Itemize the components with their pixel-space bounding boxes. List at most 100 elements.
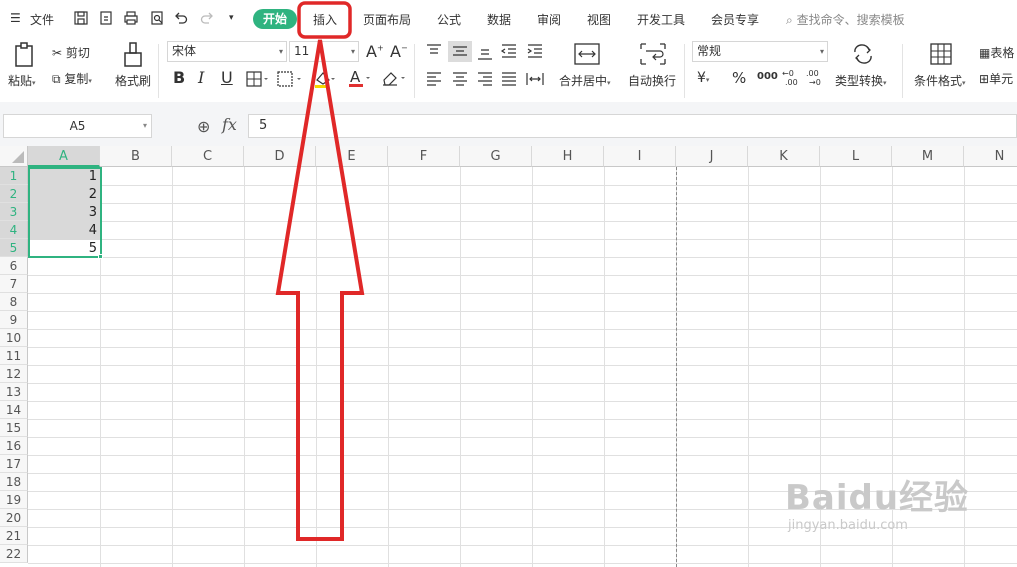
- format-painter-icon[interactable]: [122, 42, 144, 68]
- column-header-e[interactable]: E: [316, 146, 388, 167]
- hamburger-icon[interactable]: ☰: [10, 11, 21, 25]
- conditional-format-icon[interactable]: [930, 43, 952, 65]
- column-header-n[interactable]: N: [964, 146, 1017, 167]
- row-header-1[interactable]: 1: [0, 167, 28, 185]
- bold-button[interactable]: B: [173, 68, 185, 87]
- row-header-15[interactable]: 15: [0, 419, 28, 437]
- undo-icon[interactable]: [173, 10, 189, 26]
- row-header-10[interactable]: 10: [0, 329, 28, 347]
- column-header-b[interactable]: B: [100, 146, 172, 167]
- font-name-select[interactable]: 宋体 ▾: [167, 41, 287, 62]
- copy-button[interactable]: ⧉ 复制▾: [52, 70, 92, 87]
- paste-button[interactable]: 粘贴▾: [8, 72, 36, 89]
- export-pdf-icon[interactable]: [98, 10, 114, 26]
- currency-button[interactable]: ¥▾: [697, 70, 709, 86]
- row-header-3[interactable]: 3: [0, 203, 28, 221]
- increase-indent-icon[interactable]: [526, 44, 544, 58]
- menu-file[interactable]: 文件: [30, 11, 54, 28]
- merge-center-button[interactable]: 合并居中▾: [559, 72, 611, 89]
- command-search[interactable]: ⌕ 查找命令、搜索模板: [786, 11, 905, 28]
- align-right-icon[interactable]: [476, 72, 494, 86]
- row-header-7[interactable]: 7: [0, 275, 28, 293]
- type-convert-icon[interactable]: [852, 44, 874, 64]
- font-color-icon[interactable]: A: [348, 69, 372, 88]
- format-painter-button[interactable]: 格式刷: [115, 72, 151, 89]
- row-header-18[interactable]: 18: [0, 473, 28, 491]
- fx-icon[interactable]: fx: [222, 115, 237, 134]
- name-box[interactable]: A5 ▾: [3, 114, 152, 138]
- tab-member[interactable]: 会员专享: [711, 11, 759, 28]
- justify-icon[interactable]: [500, 72, 518, 86]
- row-header-13[interactable]: 13: [0, 383, 28, 401]
- decrease-font-icon[interactable]: A−: [390, 42, 408, 61]
- align-top-icon[interactable]: [425, 44, 443, 58]
- row-header-12[interactable]: 12: [0, 365, 28, 383]
- thousands-button[interactable]: 000: [757, 71, 778, 82]
- column-header-f[interactable]: F: [388, 146, 460, 167]
- column-header-j[interactable]: J: [676, 146, 748, 167]
- distributed-icon[interactable]: [526, 72, 544, 86]
- increase-decimal-icon[interactable]: ←0.00: [782, 68, 802, 86]
- row-header-9[interactable]: 9: [0, 311, 28, 329]
- underline-button[interactable]: U: [221, 68, 233, 87]
- tab-review[interactable]: 审阅: [537, 11, 561, 28]
- align-center-icon[interactable]: [451, 72, 469, 86]
- print-icon[interactable]: [123, 10, 139, 26]
- row-header-14[interactable]: 14: [0, 401, 28, 419]
- row-header-21[interactable]: 21: [0, 527, 28, 545]
- tab-start[interactable]: 开始: [253, 9, 297, 29]
- wrap-text-icon[interactable]: [640, 43, 666, 65]
- column-header-m[interactable]: M: [892, 146, 964, 167]
- column-header-g[interactable]: G: [460, 146, 532, 167]
- align-middle-icon[interactable]: [448, 41, 472, 62]
- quick-access-dropdown-icon[interactable]: ▾: [229, 13, 234, 23]
- percent-button[interactable]: %: [732, 69, 746, 87]
- fill-pattern-icon[interactable]: [277, 71, 307, 87]
- row-header-5[interactable]: 5: [0, 239, 28, 257]
- column-header-k[interactable]: K: [748, 146, 820, 167]
- align-bottom-icon[interactable]: [476, 46, 494, 60]
- fill-color-icon[interactable]: [313, 70, 337, 88]
- conditional-format-button[interactable]: 条件格式▾: [914, 72, 966, 89]
- wrap-text-button[interactable]: 自动换行: [628, 72, 676, 89]
- column-header-a[interactable]: A: [28, 146, 100, 167]
- row-header-8[interactable]: 8: [0, 293, 28, 311]
- fill-handle[interactable]: [98, 254, 103, 259]
- row-header-17[interactable]: 17: [0, 455, 28, 473]
- align-left-icon[interactable]: [425, 72, 443, 86]
- zoom-icon[interactable]: ⊕: [197, 117, 210, 136]
- redo-icon[interactable]: [199, 10, 215, 26]
- print-preview-icon[interactable]: [149, 10, 165, 26]
- column-header-i[interactable]: I: [604, 146, 676, 167]
- merge-center-icon[interactable]: [574, 43, 600, 65]
- row-header-4[interactable]: 4: [0, 221, 28, 239]
- paste-icon[interactable]: [13, 42, 37, 68]
- borders-icon[interactable]: [246, 71, 270, 87]
- table-style-button[interactable]: ▦表格: [979, 44, 1014, 61]
- tab-data[interactable]: 数据: [487, 11, 511, 28]
- font-size-select[interactable]: 11 ▾: [289, 41, 359, 62]
- tab-developer[interactable]: 开发工具: [637, 11, 685, 28]
- tab-page-layout[interactable]: 页面布局: [363, 11, 411, 28]
- row-header-6[interactable]: 6: [0, 257, 28, 275]
- type-convert-button[interactable]: 类型转换▾: [835, 72, 887, 89]
- row-header-16[interactable]: 16: [0, 437, 28, 455]
- decrease-decimal-icon[interactable]: .00 →0: [806, 68, 826, 86]
- tab-insert[interactable]: 插入: [313, 11, 337, 28]
- italic-button[interactable]: I: [198, 68, 204, 87]
- tab-view[interactable]: 视图: [587, 11, 611, 28]
- decrease-indent-icon[interactable]: [500, 44, 518, 58]
- number-format-select[interactable]: 常规 ▾: [692, 41, 828, 62]
- row-header-20[interactable]: 20: [0, 509, 28, 527]
- increase-font-icon[interactable]: A+: [366, 42, 384, 61]
- row-header-22[interactable]: 22: [0, 545, 28, 563]
- row-header-19[interactable]: 19: [0, 491, 28, 509]
- select-all-corner[interactable]: [0, 146, 28, 167]
- column-header-l[interactable]: L: [820, 146, 892, 167]
- row-header-2[interactable]: 2: [0, 185, 28, 203]
- formula-input[interactable]: 5: [248, 114, 1017, 138]
- save-icon[interactable]: [73, 10, 89, 26]
- clear-format-icon[interactable]: [381, 70, 409, 86]
- column-header-h[interactable]: H: [532, 146, 604, 167]
- cut-button[interactable]: ✂ 剪切: [52, 44, 90, 61]
